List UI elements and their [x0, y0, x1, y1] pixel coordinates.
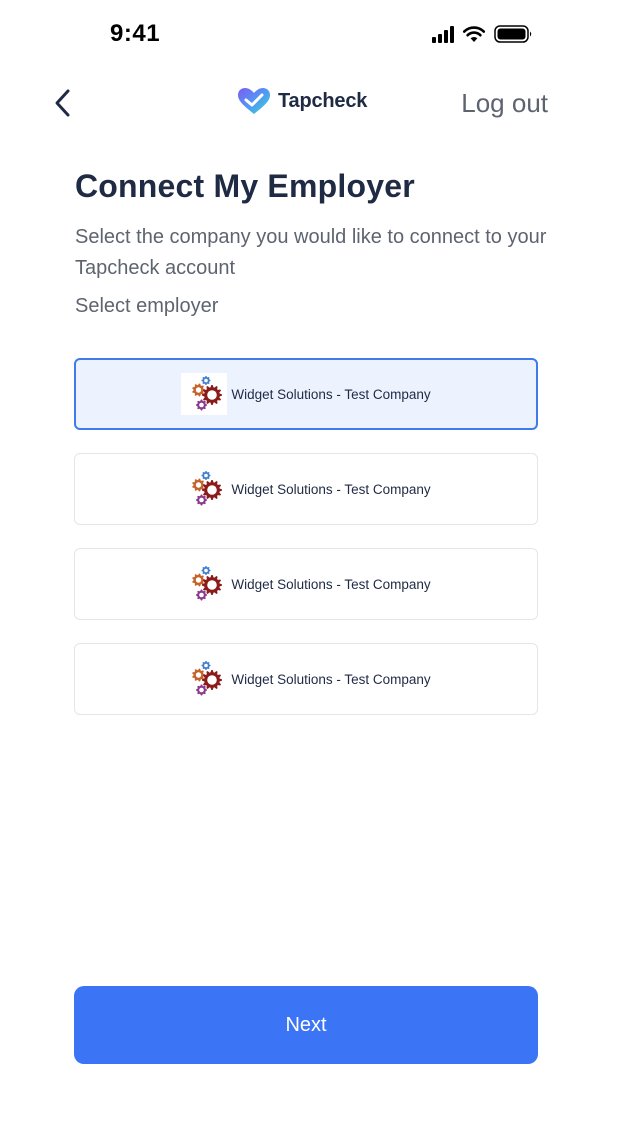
page-title: Connect My Employer [75, 168, 415, 204]
status-bar: 9:41 [0, 0, 638, 70]
company-gears-logo [181, 563, 227, 605]
employer-name: Widget Solutions - Test Company [231, 671, 431, 687]
employer-name: Widget Solutions - Test Company [231, 576, 431, 592]
wifi-icon [462, 26, 486, 42]
tapcheck-heart-icon [238, 88, 270, 114]
chevron-left-icon [55, 89, 70, 117]
next-button[interactable]: Next [74, 986, 538, 1064]
employer-option[interactable]: Widget Solutions - Test Company [74, 643, 538, 715]
employer-name: Widget Solutions - Test Company [231, 386, 431, 402]
select-employer-label: Select employer [75, 295, 219, 317]
signal-icon [432, 25, 454, 43]
company-gears-logo [181, 658, 227, 700]
logout-button[interactable]: Log out [461, 88, 548, 119]
status-time: 9:41 [110, 20, 161, 47]
battery-icon [494, 25, 532, 43]
status-icons [432, 25, 534, 43]
employer-option[interactable]: Widget Solutions - Test Company [74, 358, 538, 430]
employer-option[interactable]: Widget Solutions - Test Company [74, 453, 538, 525]
brand-logo: Tapcheck [236, 86, 367, 116]
brand-name: Tapcheck [278, 89, 368, 112]
employer-name: Widget Solutions - Test Company [231, 481, 431, 497]
nav-bar: Tapcheck Log out [0, 80, 638, 130]
employer-option[interactable]: Widget Solutions - Test Company [74, 548, 538, 620]
company-gears-logo [181, 468, 227, 510]
page-subtitle: Select the company you would like to con… [75, 226, 547, 279]
company-gears-logo [181, 373, 228, 415]
back-button[interactable] [48, 86, 78, 120]
employer-list: Widget Solutions - Test Company Widget S… [74, 358, 538, 738]
